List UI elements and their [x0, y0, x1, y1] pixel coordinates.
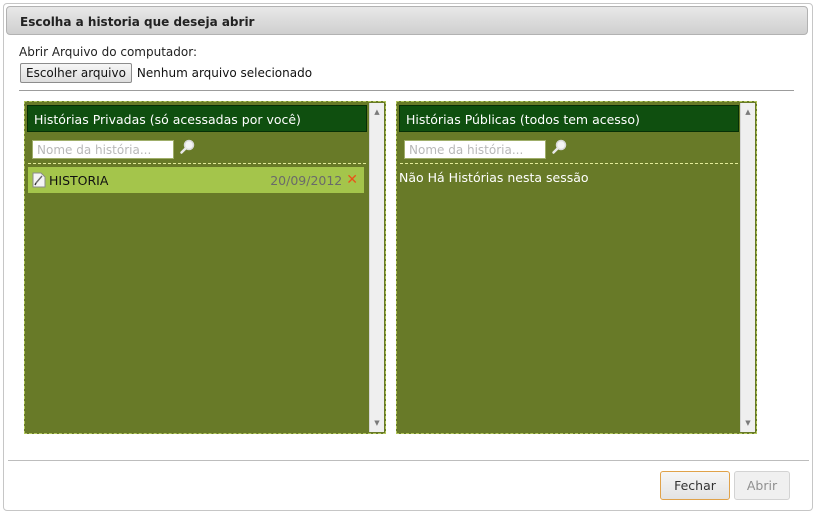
private-search-input[interactable] — [32, 140, 174, 159]
scroll-down-icon[interactable]: ▼ — [370, 416, 384, 430]
footer-divider — [8, 460, 809, 461]
public-search-input[interactable] — [404, 140, 546, 159]
empty-list-message: Não Há Histórias nesta sessão — [399, 170, 589, 185]
file-picker: Escolher arquivo Nenhum arquivo selecion… — [20, 62, 312, 84]
open-story-dialog: Escolha a historia que deseja abrir Abri… — [3, 3, 813, 511]
list-divider — [28, 163, 366, 164]
scroll-up-icon[interactable]: ▲ — [370, 105, 384, 119]
public-scrollbar[interactable]: ▲ ▼ — [740, 103, 755, 432]
file-status: Nenhum arquivo selecionado — [136, 66, 313, 80]
private-scrollbar[interactable]: ▲ ▼ — [369, 103, 384, 432]
search-icon[interactable] — [551, 138, 569, 156]
story-name: HISTORIA — [49, 172, 109, 188]
scroll-up-icon[interactable]: ▲ — [741, 105, 755, 119]
divider — [19, 90, 794, 91]
public-panel-title: Histórias Públicas (todos tem acesso) — [399, 105, 739, 132]
document-icon — [32, 172, 46, 188]
dialog-title: Escolha a historia que deseja abrir — [6, 6, 808, 35]
open-button[interactable]: Abrir — [734, 471, 790, 500]
public-stories-panel: Histórias Públicas (todos tem acesso) Nã… — [396, 101, 757, 434]
private-panel-title: Histórias Privadas (só acessadas por voc… — [27, 105, 367, 132]
private-stories-panel: Histórias Privadas (só acessadas por voc… — [24, 101, 386, 434]
story-date: 20/09/2012 — [270, 172, 343, 188]
scroll-down-icon[interactable]: ▼ — [741, 416, 755, 430]
choose-file-button[interactable]: Escolher arquivo — [20, 63, 132, 83]
search-icon[interactable] — [179, 138, 197, 156]
story-list-item[interactable]: HISTORIA 20/09/2012 ✕ — [28, 167, 364, 193]
upload-label: Abrir Arquivo do computador: — [19, 45, 197, 59]
close-button[interactable]: Fechar — [660, 471, 730, 500]
list-divider — [400, 163, 738, 164]
delete-icon[interactable]: ✕ — [346, 173, 358, 187]
